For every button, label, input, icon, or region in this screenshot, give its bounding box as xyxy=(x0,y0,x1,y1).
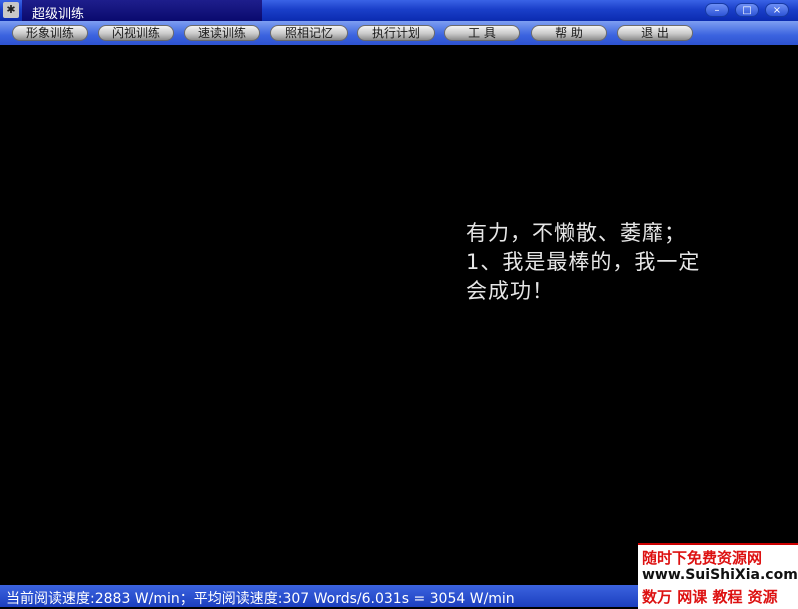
menu-photo-memory[interactable]: 照相记忆 xyxy=(270,25,348,41)
watermark: 随时下免费资源网 www.SuiShiXia.com 数万 网课 教程 资源 xyxy=(638,543,798,609)
menu-exit[interactable]: 退 出 xyxy=(617,25,693,41)
menu-speed-reading[interactable]: 速读训练 xyxy=(184,25,260,41)
menu-tools[interactable]: 工 具 xyxy=(444,25,520,41)
title-bar[interactable]: ✱ 超级训练 – □ × xyxy=(0,0,798,22)
menu-execution-plan[interactable]: 执行计划 xyxy=(357,25,435,41)
menu-help[interactable]: 帮 助 xyxy=(531,25,607,41)
watermark-line: 数万 网课 教程 资源 xyxy=(642,588,778,606)
maximize-button[interactable]: □ xyxy=(735,3,759,17)
reading-area: 有力，不懒散、萎靡； 1、我是最棒的，我一定 会成功！ xyxy=(0,45,798,585)
reading-text: 有力，不懒散、萎靡； 1、我是最棒的，我一定 会成功！ xyxy=(466,219,756,306)
minimize-button[interactable]: – xyxy=(705,3,729,17)
watermark-url: www.SuiShiXia.com xyxy=(642,567,798,583)
close-button[interactable]: × xyxy=(765,3,789,17)
reading-speed-status: 当前阅读速度:2883 W/min；平均阅读速度:307 Words/6.031… xyxy=(6,591,515,607)
window-title: 超级训练 xyxy=(32,7,85,22)
reading-line: 会成功！ xyxy=(466,279,554,303)
menu-flash-training[interactable]: 闪视训练 xyxy=(98,25,174,41)
menu-bar: 形象训练 闪视训练 速读训练 照相记忆 执行计划 工 具 帮 助 退 出 xyxy=(0,21,798,45)
reading-line: 有力，不懒散、萎靡； xyxy=(466,221,686,245)
watermark-line: 随时下免费资源网 xyxy=(642,549,763,567)
app-icon[interactable]: ✱ xyxy=(3,2,19,18)
reading-line: 1、我是最棒的，我一定 xyxy=(466,250,701,274)
menu-image-training[interactable]: 形象训练 xyxy=(12,25,88,41)
